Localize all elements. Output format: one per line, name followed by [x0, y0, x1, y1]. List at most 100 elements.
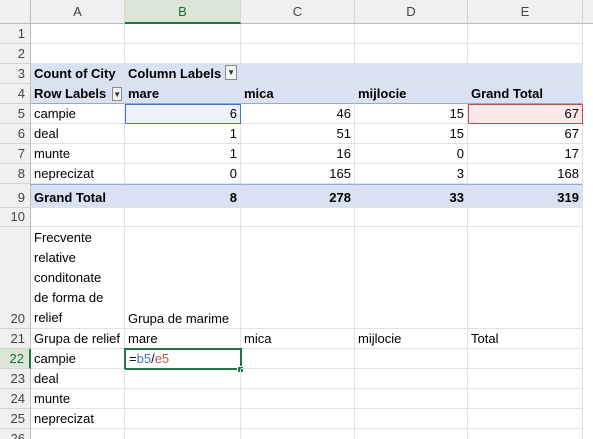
pivot-cell-e6[interactable]: 67	[468, 124, 583, 144]
cell-e10[interactable]	[468, 208, 583, 227]
row-header-2[interactable]: 2	[0, 44, 31, 64]
cell-a1[interactable]	[31, 24, 125, 44]
pivot-cell-c6[interactable]: 51	[241, 124, 355, 144]
table2-header-b[interactable]: mare	[125, 329, 241, 349]
cell-d1[interactable]	[355, 24, 468, 44]
pivot-row-label[interactable]: munte	[31, 144, 125, 164]
row-header-23[interactable]: 23	[0, 369, 31, 389]
pivot-grand-c9[interactable]: 278	[241, 184, 355, 208]
cell-d2[interactable]	[355, 44, 468, 64]
cell-d3[interactable]	[355, 64, 468, 84]
table2-header-e[interactable]: Total	[468, 329, 583, 349]
pivot-cell-d5[interactable]: 15	[355, 104, 468, 124]
cell-a26[interactable]	[31, 429, 125, 439]
row-header-20[interactable]: 20	[0, 227, 31, 329]
row-header-9[interactable]: 9	[0, 184, 31, 208]
cell-e25[interactable]	[468, 409, 583, 429]
row-header-25[interactable]: 25	[0, 409, 31, 429]
cell-c22[interactable]	[241, 349, 355, 369]
pivot-cell-c8[interactable]: 165	[241, 164, 355, 184]
chevron-down-icon[interactable]: ▼	[112, 87, 123, 101]
column-header-d[interactable]: D	[355, 0, 468, 24]
cell-d22[interactable]	[355, 349, 468, 369]
table2-row-label[interactable]: campie	[31, 349, 125, 369]
cell-c24[interactable]	[241, 389, 355, 409]
select-all-corner[interactable]	[0, 0, 31, 24]
cell-e23[interactable]	[468, 369, 583, 389]
pivot-cell-c5[interactable]: 46	[241, 104, 355, 124]
cell-c10[interactable]	[241, 208, 355, 227]
pivot-value-label[interactable]: Count of City	[31, 64, 125, 84]
table2-header-a[interactable]: Grupa de relief	[31, 329, 125, 349]
pivot-row-labels[interactable]: Row Labels ▼	[31, 84, 125, 104]
pivot-cell-b7[interactable]: 1	[125, 144, 241, 164]
column-header-b[interactable]: B	[125, 0, 241, 24]
cell-b24[interactable]	[125, 389, 241, 409]
cell-a10[interactable]	[31, 208, 125, 227]
pivot-cell-d6[interactable]: 15	[355, 124, 468, 144]
row-header-10[interactable]: 10	[0, 208, 31, 227]
row-header-5[interactable]: 5	[0, 104, 31, 124]
pivot-cell-e7[interactable]: 17	[468, 144, 583, 164]
cell-e26[interactable]	[468, 429, 583, 439]
cell-d23[interactable]	[355, 369, 468, 389]
pivot-cell-d8[interactable]: 3	[355, 164, 468, 184]
cell-d20[interactable]	[355, 227, 468, 329]
pivot-col-mare[interactable]: mare	[125, 84, 241, 104]
row-header-22[interactable]: 22	[0, 349, 31, 369]
row-header-3[interactable]: 3	[0, 64, 31, 84]
row-header-26[interactable]: 26	[0, 429, 31, 439]
pivot-cell-b5[interactable]: 6	[125, 104, 241, 124]
row-header-7[interactable]: 7	[0, 144, 31, 164]
pivot-cell-b6[interactable]: 1	[125, 124, 241, 144]
cell-c26[interactable]	[241, 429, 355, 439]
cell-e3[interactable]	[468, 64, 583, 84]
filter-dropdown-icon[interactable]: ▼	[225, 65, 237, 80]
cell-c20[interactable]	[241, 227, 355, 329]
row-header-4[interactable]: 4	[0, 84, 31, 104]
cell-b26[interactable]	[125, 429, 241, 439]
pivot-col-mica[interactable]: mica	[241, 84, 355, 104]
pivot-column-labels[interactable]: Column Labels ▼	[125, 64, 241, 84]
cell-d24[interactable]	[355, 389, 468, 409]
pivot-grand-d9[interactable]: 33	[355, 184, 468, 208]
pivot-grand-b9[interactable]: 8	[125, 184, 241, 208]
cell-b2[interactable]	[125, 44, 241, 64]
table-title-cell[interactable]: Frecvente relative conditonate de forma …	[31, 227, 125, 329]
pivot-grand-e9[interactable]: 319	[468, 184, 583, 208]
pivot-row-label[interactable]: deal	[31, 124, 125, 144]
table2-header-d[interactable]: mijlocie	[355, 329, 468, 349]
pivot-col-grand-total[interactable]: Grand Total	[468, 84, 583, 104]
column-header-a[interactable]: A	[31, 0, 125, 24]
cell-b23[interactable]	[125, 369, 241, 389]
row-header-1[interactable]: 1	[0, 24, 31, 44]
cell-c1[interactable]	[241, 24, 355, 44]
row-header-8[interactable]: 8	[0, 164, 31, 184]
cell-e1[interactable]	[468, 24, 583, 44]
row-header-21[interactable]: 21	[0, 329, 31, 349]
table2-row-label[interactable]: deal	[31, 369, 125, 389]
cell-d25[interactable]	[355, 409, 468, 429]
cell-d26[interactable]	[355, 429, 468, 439]
cell-d10[interactable]	[355, 208, 468, 227]
cell-e24[interactable]	[468, 389, 583, 409]
cell-e20[interactable]	[468, 227, 583, 329]
table2-row-label[interactable]: munte	[31, 389, 125, 409]
pivot-cell-e8[interactable]: 168	[468, 164, 583, 184]
cell-c23[interactable]	[241, 369, 355, 389]
pivot-cell-d7[interactable]: 0	[355, 144, 468, 164]
cell-a2[interactable]	[31, 44, 125, 64]
active-cell-b22[interactable]: = b5/e5	[124, 348, 242, 370]
column-header-e[interactable]: E	[468, 0, 583, 24]
pivot-col-mijlocie[interactable]: mijlocie	[355, 84, 468, 104]
pivot-cell-e5[interactable]: 67	[468, 104, 583, 124]
table2-header-c[interactable]: mica	[241, 329, 355, 349]
row-header-24[interactable]: 24	[0, 389, 31, 409]
pivot-grand-total-label[interactable]: Grand Total	[31, 184, 125, 208]
table2-row-label[interactable]: neprecizat	[31, 409, 125, 429]
cell-c2[interactable]	[241, 44, 355, 64]
cell-b10[interactable]	[125, 208, 241, 227]
cell-e2[interactable]	[468, 44, 583, 64]
pivot-row-label[interactable]: neprecizat	[31, 164, 125, 184]
cell-b25[interactable]	[125, 409, 241, 429]
